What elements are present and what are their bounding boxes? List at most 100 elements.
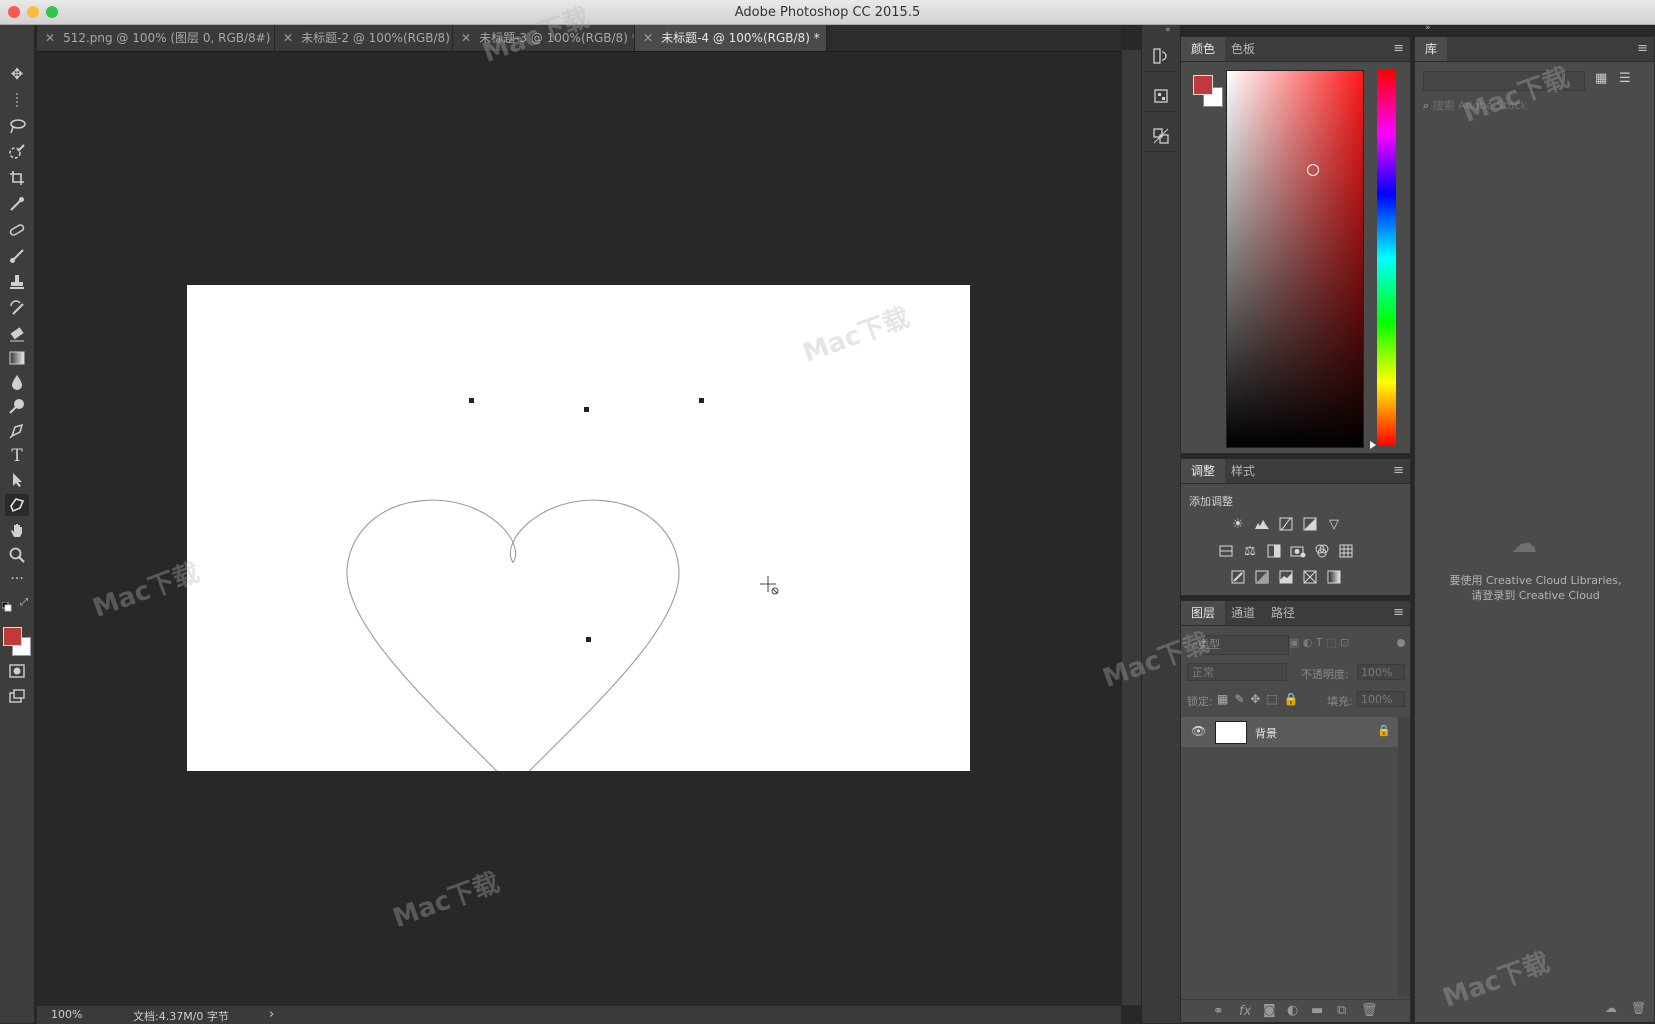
- layer-filter-select[interactable]: ⌕类型: [1187, 635, 1289, 655]
- heart-path[interactable]: [187, 285, 970, 789]
- channel-mixer-icon[interactable]: [1313, 543, 1331, 559]
- lock-icons[interactable]: ▦✎✥⬚🔒: [1217, 692, 1305, 706]
- hand-icon[interactable]: [5, 519, 29, 541]
- foreground-color-swatch[interactable]: [3, 627, 22, 646]
- color-saturation-field[interactable]: [1226, 70, 1364, 448]
- gradient-icon[interactable]: [5, 347, 29, 369]
- foreground-color-swatch[interactable]: [1193, 75, 1213, 95]
- quick-select-icon[interactable]: [5, 141, 29, 163]
- vibrance-icon[interactable]: ▽: [1325, 516, 1343, 532]
- move-icon[interactable]: ✥: [5, 63, 29, 85]
- history-brush-icon[interactable]: [5, 297, 29, 319]
- photo-filter-icon[interactable]: [1289, 543, 1307, 559]
- exposure-icon[interactable]: [1301, 516, 1319, 532]
- tab-paths[interactable]: 路径: [1261, 601, 1305, 625]
- history-panel-icon[interactable]: [1146, 41, 1176, 72]
- threshold-icon[interactable]: [1277, 569, 1295, 585]
- more-tools-icon[interactable]: ···: [5, 568, 29, 590]
- curves-icon[interactable]: [1277, 516, 1295, 532]
- panel-menu-icon[interactable]: ≡: [1637, 41, 1648, 56]
- close-tab-icon[interactable]: ✕: [45, 31, 55, 45]
- zoom-level[interactable]: 100%: [51, 1008, 82, 1021]
- blur-icon[interactable]: [5, 371, 29, 393]
- clone-stamp-icon[interactable]: [5, 271, 29, 293]
- hue-saturation-icon[interactable]: [1217, 543, 1235, 559]
- default-colors-icon[interactable]: [1, 597, 12, 616]
- adjustment-layer-icon[interactable]: ◐: [1287, 1003, 1298, 1018]
- close-tab-icon[interactable]: ✕: [461, 31, 471, 45]
- brush-icon[interactable]: [5, 245, 29, 267]
- anchor-point[interactable]: [699, 398, 704, 403]
- path-select-icon[interactable]: [5, 469, 29, 491]
- zoom-icon[interactable]: [5, 544, 29, 566]
- layer-filter-icons[interactable]: ▣ ◐ T ⬚ ⊡: [1289, 636, 1349, 649]
- black-white-icon[interactable]: [1265, 543, 1283, 559]
- tab-adjustments[interactable]: 调整: [1181, 459, 1226, 483]
- tab-channels[interactable]: 通道: [1221, 601, 1265, 625]
- eyedropper-icon[interactable]: [5, 193, 29, 215]
- sync-icon[interactable]: ☁: [1605, 1001, 1617, 1015]
- quick-mask-icon[interactable]: [5, 660, 29, 682]
- stock-search-input[interactable]: ⌕ 搜索 Adobe Stock: [1423, 97, 1647, 115]
- color-balance-icon[interactable]: ⚖: [1241, 543, 1259, 559]
- lasso-icon[interactable]: [5, 115, 29, 137]
- tab-libraries[interactable]: 库: [1415, 37, 1448, 61]
- fill-input[interactable]: 100%: [1357, 691, 1405, 707]
- swap-colors-icon[interactable]: ⤢: [20, 597, 28, 608]
- list-view-icon[interactable]: ☰: [1619, 71, 1639, 89]
- tab-layers[interactable]: 图层: [1181, 601, 1226, 625]
- document-canvas[interactable]: [187, 285, 970, 789]
- close-tab-icon[interactable]: ✕: [283, 31, 293, 45]
- expand-icon[interactable]: »: [1425, 23, 1431, 33]
- fx-icon[interactable]: fx: [1239, 1004, 1251, 1019]
- delete-layer-icon[interactable]: 🗑: [1361, 1003, 1378, 1018]
- trash-icon[interactable]: 🗑: [1631, 1001, 1646, 1015]
- status-menu-arrow[interactable]: ›: [269, 1007, 274, 1022]
- healing-brush-icon[interactable]: [5, 219, 29, 241]
- custom-shape-icon[interactable]: [5, 494, 29, 516]
- pen-icon[interactable]: [5, 420, 29, 442]
- panel-menu-icon[interactable]: ≡: [1393, 605, 1404, 620]
- filter-toggle[interactable]: [1397, 639, 1405, 647]
- library-select[interactable]: [1423, 71, 1585, 91]
- tab-untitled-4[interactable]: ✕ 未标题-4 @ 100%(RGB/8) *: [635, 25, 827, 51]
- posterize-icon[interactable]: [1253, 569, 1271, 585]
- tab-512-png[interactable]: ✕ 512.png @ 100% (图层 0, RGB/8#) *: [37, 25, 275, 51]
- glyphs-panel-icon[interactable]: [1146, 121, 1176, 152]
- brightness-contrast-icon[interactable]: ☀: [1229, 516, 1247, 532]
- hue-slider-marker[interactable]: [1370, 441, 1376, 449]
- anchor-point[interactable]: [469, 398, 474, 403]
- opacity-input[interactable]: 100%: [1357, 664, 1405, 680]
- tab-styles[interactable]: 样式: [1221, 459, 1265, 483]
- blend-mode-select[interactable]: 正常: [1187, 663, 1287, 681]
- close-tab-icon[interactable]: ✕: [643, 31, 653, 45]
- collapse-icon[interactable]: «: [1165, 25, 1171, 35]
- hue-slider[interactable]: [1377, 70, 1396, 446]
- levels-icon[interactable]: [1253, 516, 1271, 532]
- document-vertical-scrollbar[interactable]: [1121, 50, 1142, 1005]
- new-group-icon[interactable]: ▬: [1311, 1003, 1323, 1018]
- marquee-icon[interactable]: [5, 89, 29, 111]
- link-layers-icon[interactable]: ⚭: [1213, 1004, 1224, 1019]
- selective-color-icon[interactable]: [1301, 569, 1319, 585]
- layers-scrollbar[interactable]: [1398, 717, 1410, 997]
- grid-view-icon[interactable]: ▦: [1595, 71, 1615, 89]
- panel-menu-icon[interactable]: ≡: [1393, 463, 1404, 478]
- layer-row[interactable]: 👁 背景 🔒: [1181, 717, 1398, 747]
- eraser-icon[interactable]: [5, 323, 29, 345]
- new-layer-icon[interactable]: ⧉: [1337, 1003, 1346, 1018]
- crop-icon[interactable]: [5, 167, 29, 189]
- tab-untitled-3[interactable]: ✕ 未标题-3 @ 100%(RGB/8) *: [453, 25, 635, 51]
- anchor-point[interactable]: [586, 637, 591, 642]
- tab-untitled-2[interactable]: ✕ 未标题-2 @ 100%(RGB/8): [275, 25, 453, 51]
- anchor-point[interactable]: [584, 407, 589, 412]
- type-icon[interactable]: T: [5, 445, 29, 467]
- panel-menu-icon[interactable]: ≡: [1393, 41, 1404, 56]
- dodge-icon[interactable]: [5, 395, 29, 417]
- tab-swatches[interactable]: 色板: [1221, 37, 1265, 61]
- add-mask-icon[interactable]: ◙: [1263, 1003, 1276, 1018]
- color-picker-ring[interactable]: [1307, 164, 1319, 176]
- screen-mode-icon[interactable]: [5, 685, 29, 707]
- color-lookup-icon[interactable]: [1337, 543, 1355, 559]
- gradient-map-icon[interactable]: [1325, 569, 1343, 585]
